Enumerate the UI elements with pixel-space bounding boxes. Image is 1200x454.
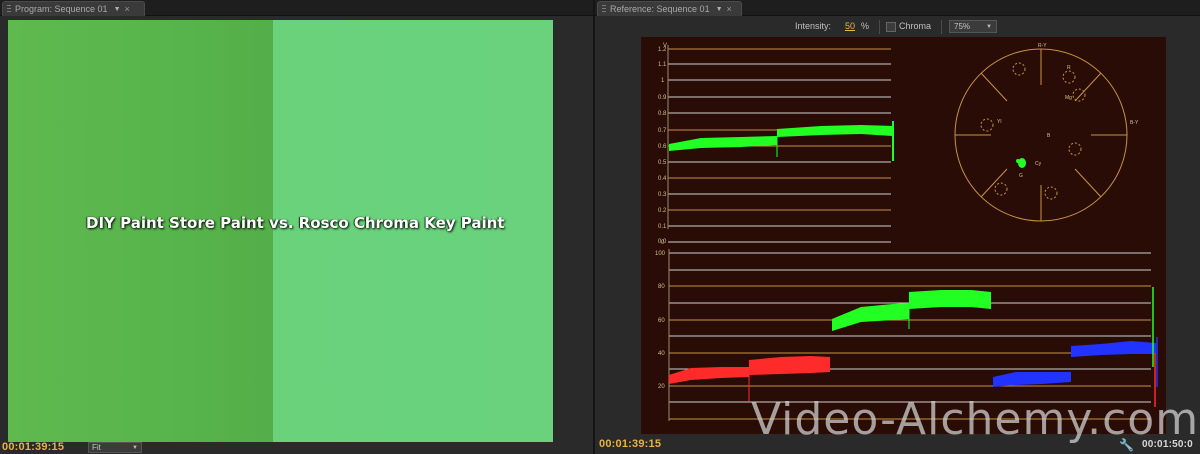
parade-tick: 20 xyxy=(658,384,665,390)
parade-tick: 100 xyxy=(655,251,666,257)
waveform-tick: 0.2 xyxy=(658,208,667,214)
panel-menu-icon[interactable]: ▼ xyxy=(114,6,121,13)
program-bottom-bar: 00:01:39:15 Fit ▼ xyxy=(0,441,593,454)
close-icon[interactable]: × xyxy=(727,4,732,14)
parade-tick: 80 xyxy=(658,284,665,290)
vectorscope-target xyxy=(1012,62,1026,76)
waveform-trace-right xyxy=(777,125,893,137)
intensity-value[interactable]: 50 xyxy=(845,21,855,31)
parade-tick: 60 xyxy=(658,318,665,324)
close-icon[interactable]: × xyxy=(125,4,130,14)
reference-timecode-right: 00:01:50:0 xyxy=(1142,439,1193,450)
vectorscope-target xyxy=(1068,142,1082,156)
scopes-svg: V 1.2 1.1 1 0.9 0.8 0.7 0.6 0.5 0.4 0.3 … xyxy=(655,43,1158,421)
waveform-tick: 0.6 xyxy=(658,144,667,150)
intensity-unit: % xyxy=(861,21,870,31)
parade-red-right xyxy=(749,356,830,375)
scopes-display: V 1.2 1.1 1 0.9 0.8 0.7 0.6 0.5 0.4 0.3 … xyxy=(641,37,1166,434)
panel-menu-icon[interactable]: ▼ xyxy=(716,6,723,13)
overlay-title: DIY Paint Store Paint vs. Rosco Chroma K… xyxy=(86,214,505,232)
vectorscope-label: R-Y xyxy=(1038,43,1047,49)
program-monitor-panel: Program: Sequence 01 ▼ × DIY Paint Store… xyxy=(0,0,593,454)
program-zoom-select[interactable]: Fit ▼ xyxy=(88,442,142,453)
parade-ticks: 100 80 60 40 20 0.0 xyxy=(655,239,667,390)
vectorscope-label: G xyxy=(1019,173,1023,179)
vectorscope-axis xyxy=(1074,72,1102,102)
wrench-icon[interactable]: 🔧 xyxy=(1119,438,1134,452)
vectorscope-label: Cy xyxy=(1035,161,1042,167)
vectorscope-label: B-Y xyxy=(1130,120,1139,126)
scope-controls: Intensity: 50 % Chroma 75% ▼ xyxy=(595,18,1200,36)
waveform-tick: 0.1 xyxy=(658,224,667,230)
waveform-tick: 0.4 xyxy=(658,176,667,182)
vectorscope-axis xyxy=(980,72,1008,102)
divider xyxy=(879,20,880,34)
reference-monitor-panel: Reference: Sequence 01 ▼ × Intensity: 50… xyxy=(595,0,1200,454)
parade-tick-top: 0.0 xyxy=(658,239,667,245)
program-tabbar: Program: Sequence 01 ▼ × xyxy=(0,0,593,16)
waveform-tick: 1 xyxy=(661,78,665,84)
vectorscope-label: R xyxy=(1067,65,1071,71)
waveform-trace-left xyxy=(669,136,777,151)
vectorscope-trace xyxy=(1016,158,1026,168)
grip-icon[interactable] xyxy=(7,4,11,14)
chroma-checkbox[interactable] xyxy=(886,22,896,32)
vectorscope-axis xyxy=(1074,168,1102,198)
vectorscope-target xyxy=(1062,70,1076,84)
parade-tick: 40 xyxy=(658,351,665,357)
parade-blue-left xyxy=(993,372,1071,387)
vectorscope-label: B xyxy=(1047,133,1051,139)
waveform-tick: 0.8 xyxy=(658,111,667,117)
vectorscope xyxy=(954,48,1128,222)
tab-reference[interactable]: Reference: Sequence 01 ▼ × xyxy=(597,1,742,16)
app-window: Program: Sequence 01 ▼ × DIY Paint Store… xyxy=(0,0,1200,454)
vectorscope-trace-blob xyxy=(1016,159,1020,163)
reference-zoom-select[interactable]: 75% ▼ xyxy=(949,20,997,33)
chroma-label: Chroma xyxy=(899,21,932,31)
program-timecode[interactable]: 00:01:39:15 xyxy=(2,441,64,453)
reference-timecode-left[interactable]: 00:01:39:15 xyxy=(599,438,661,450)
chevron-down-icon: ▼ xyxy=(132,444,138,451)
parade-blue-right xyxy=(1071,341,1156,357)
vectorscope-label: Yl xyxy=(997,119,1001,125)
parade-red-left xyxy=(669,367,749,384)
vectorscope-label: Mg xyxy=(1065,95,1072,101)
waveform-tick: 0.5 xyxy=(658,160,667,166)
program-zoom-value: Fit xyxy=(92,443,101,452)
reference-tabbar: Reference: Sequence 01 ▼ × xyxy=(595,0,1200,16)
tab-program[interactable]: Program: Sequence 01 ▼ × xyxy=(2,1,145,16)
waveform-tick: 1.1 xyxy=(658,62,667,68)
waveform-tick: 0.3 xyxy=(658,192,667,198)
vectorscope-target xyxy=(994,182,1008,196)
vectorscope-target xyxy=(980,118,994,132)
grip-icon[interactable] xyxy=(602,4,606,14)
waveform-tick: 1.2 xyxy=(658,47,667,53)
vectorscope-target xyxy=(1072,88,1086,102)
waveform-tick: 0.7 xyxy=(658,128,667,134)
waveform-ticks: V 1.2 1.1 1 0.9 0.8 0.7 0.6 0.5 0.4 0.3 … xyxy=(658,43,667,246)
tab-reference-title: Reference: Sequence 01 xyxy=(610,4,710,14)
vectorscope-labels: R-Y B-Y Yl R Mg B Cy G xyxy=(997,43,1139,179)
intensity-label: Intensity: xyxy=(795,21,832,31)
waveform-traces xyxy=(669,121,894,161)
vectorscope-target xyxy=(1044,186,1058,200)
parade-traces xyxy=(669,287,1158,407)
tab-program-title: Program: Sequence 01 xyxy=(15,4,108,14)
reference-zoom-value: 75% xyxy=(954,22,971,31)
parade-green-right xyxy=(909,290,991,309)
waveform-tick: 0.9 xyxy=(658,95,667,101)
chevron-down-icon: ▼ xyxy=(986,23,992,30)
parade-green-left xyxy=(832,303,909,331)
divider xyxy=(941,20,942,34)
